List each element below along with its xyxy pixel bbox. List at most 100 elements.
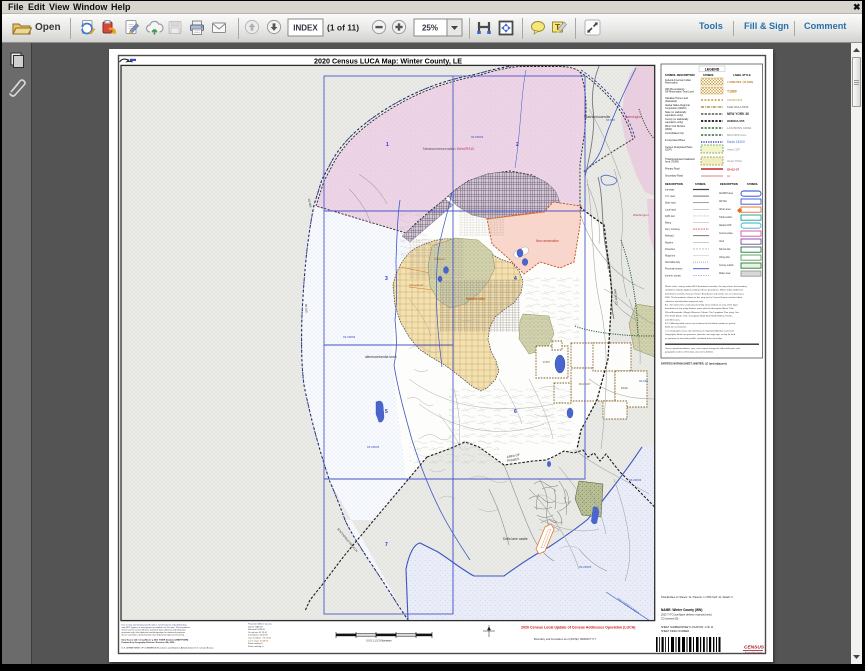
svg-text:B 2. Following tribal census t: B 2. Following tribal census tracts belo… (665, 322, 736, 325)
svg-text:xx-xxxxx: xx-xxxxx (471, 135, 484, 139)
svg-text:xx-xxx: xx-xxx (639, 379, 648, 383)
svg-text:Where state, county, and/or MC: Where state, county, and/or MCD boundari… (665, 285, 748, 288)
svg-text:C 3. Geographic areas and stat: C 3. Geographic areas and statistical ar… (665, 329, 735, 332)
svg-text:LAS BONS 41962: LAS BONS 41962 (727, 126, 752, 130)
svg-text:xx-xxxxx: xx-xxxxx (629, 478, 642, 482)
svg-text:Winterville: Winterville (466, 297, 485, 301)
svg-text:SYMBOL: SYMBOL (695, 182, 707, 186)
svg-text:Davis 18100: Davis 18100 (727, 140, 745, 144)
svg-text:Off-Reservation Trust Land: Off-Reservation Trust Land (665, 91, 694, 94)
svg-text:CENSUS: CENSUS (744, 645, 765, 651)
svg-text:collection and tabulation purp: collection and tabulation purposes only. (665, 300, 704, 303)
svg-text:Census place: Census place (719, 233, 734, 235)
svg-text:Wakhamtownville: Wakhamtownville (584, 115, 610, 119)
svg-text:Consolidated City: Consolidated City (665, 132, 685, 135)
svg-text:Newtownreservation West/R910: Newtownreservation West/R910 (423, 147, 474, 151)
svg-text:UGA: UGA (719, 240, 724, 243)
svg-text:INDEX: INDEX (293, 24, 318, 33)
svg-text:Part Smith (Statis. Part, Tran: Part Smith (Statis. Part, Transplants Mu… (665, 315, 733, 318)
svg-text:Ferry crossing: Ferry crossing (665, 228, 680, 231)
svg-text:Cent meridian: -75 55 00: Cent meridian: -75 55 00 (248, 637, 272, 640)
svg-text:Voting dist.: Voting dist. (719, 256, 731, 259)
svg-text:FORT: FORT (543, 360, 550, 364)
svg-text:False northing: 0: False northing: 0 (248, 645, 264, 648)
svg-text:2020 TI TO (configure delivery: 2020 TI TO (configure delivery expected … (661, 614, 712, 617)
svg-text:KAW OKLA 5340: KAW OKLA 5340 (727, 105, 749, 109)
svg-text:Ridge line: Ridge line (665, 256, 676, 258)
svg-text:2020 Census LUCA Map: Winter: 2020 Census LUCA Map: Winter County, LE (314, 57, 462, 66)
svg-text:U.S. road: U.S. road (665, 195, 675, 198)
svg-text:Primary Road: Primary Road (665, 168, 680, 171)
svg-text:3: 3 (385, 276, 388, 282)
svg-text:0 0.5 1 1.5: 0 0.5 1 1.5 2 Kilometers (366, 640, 392, 643)
svg-text:Farmington: Farmington (625, 115, 642, 119)
svg-text:OH13-37: OH13-37 (727, 168, 740, 172)
svg-text:012345 5420: 012345 5420 (727, 98, 743, 102)
svg-text:Oldtown: Oldtown (434, 257, 445, 261)
svg-text:geographic names of the data,: geographic names of the data, also not t… (665, 351, 714, 354)
svg-text:Perennial stream: Perennial stream (665, 268, 682, 271)
svg-text:LEGEND: LEGEND (705, 68, 720, 72)
svg-text:Annexland: Annexland (409, 283, 424, 287)
svg-text:ONEIDA 065: ONEIDA 065 (727, 119, 745, 123)
svg-text:SYMBOL DESCRIPTION: SYMBOL DESCRIPTION (665, 73, 695, 77)
svg-text:Users a geod boundaries, area,: Users a geod boundaries, area, such name… (665, 347, 741, 350)
svg-text:A 1. 'ZZ' represents a water-b: A 1. 'ZZ' represents a water-based entit… (665, 304, 738, 307)
svg-text:MILFORD town: MILFORD town (727, 133, 747, 137)
svg-text:Nonvisible bdy: Nonvisible bdy (665, 262, 681, 264)
svg-text:xx-xxxxx: xx-xxxxx (579, 565, 592, 569)
svg-text:05-310: 05-310 (304, 304, 309, 313)
svg-text:6: 6 (514, 409, 517, 415)
svg-text:SYMBOL: SYMBOL (747, 182, 759, 186)
svg-text:NEW YORK 36: NEW YORK 36 (727, 112, 749, 116)
svg-text:Secondary Road: Secondary Road (665, 175, 683, 178)
svg-text:(MCD): (MCD) (665, 128, 672, 131)
svg-text:CO (several ID): CO (several ID) (661, 618, 679, 621)
svg-text:1: 1 (386, 142, 389, 148)
svg-text:Datum: NAD 83: Datum: NAD 83 (248, 625, 263, 628)
svg-text:Railroad: Railroad (665, 235, 674, 238)
svg-text:Interstate: Interstate (665, 189, 675, 192)
svg-text:boundaries of any entity. A pl: boundaries of any entity. A place name w… (665, 307, 734, 310)
svg-text:(CDP): (CDP) (665, 149, 672, 152)
svg-text:ANVSA: ANVSA (719, 200, 727, 203)
svg-text:2020. The boundaries shown on: 2020. The boundaries shown on this map a… (665, 296, 743, 299)
svg-text:Washington: Washington (633, 213, 649, 217)
svg-text:or operation to and until para: or operation to and until parallel, simu… (665, 337, 723, 340)
svg-text:Boundary and Annotation as of: Boundary and Annotation as of (DATE): MM… (534, 637, 597, 641)
svg-text:Pipeline: Pipeline (665, 242, 674, 244)
svg-text:Local road: Local road (665, 208, 676, 211)
svg-text:allentownlandia town: allentownlandia town (365, 355, 397, 359)
svg-text:5: 5 (385, 409, 388, 415)
svg-text:Area (TDSA): Area (TDSA) (665, 161, 679, 164)
svg-text:False easting: 0: False easting: 0 (248, 642, 264, 645)
svg-text:Incorporated Place: Incorporated Place (665, 139, 686, 142)
svg-text:SHEET INDEX NUMBER: SHEET INDEX NUMBER (661, 630, 689, 633)
svg-text:blank we as territories.: blank we as territories. (665, 326, 687, 329)
svg-text:symbol for only the highest-ra: symbol for only the highest-ranking of t… (665, 289, 744, 292)
svg-text:(1 of 11): (1 of 11) (327, 23, 359, 33)
svg-text:Total Entities on Sheets: 11 /: Total Entities on Sheets: 11 / Parents: … (661, 596, 733, 599)
svg-text:Produced by Geography Division: Produced by Geography Division: Revision… (122, 641, 176, 644)
svg-text:County subdiv: County subdiv (719, 264, 734, 267)
svg-text:NAME: Winter County (WN): NAME: Winter County (WN) (661, 608, 702, 612)
svg-text:Tribal subdiv.: Tribal subdiv. (719, 216, 733, 219)
svg-text:DESCRIPTION: DESCRIPTION (665, 182, 683, 186)
svg-text:2nd std par: 44 06 00: 2nd std par: 44 06 00 (248, 634, 268, 637)
svg-text:DESCRIPTION: DESCRIPTION (720, 182, 738, 186)
svg-text:Spheroid: GRS 80: Spheroid: GRS 80 (248, 628, 266, 631)
svg-text:Projection: Albers eq area: Projection: Albers eq area (248, 623, 273, 626)
svg-text:U.S. DEPARTMENT OF COMMERCE E: U.S. DEPARTMENT OF COMMERCE Economics an… (122, 647, 215, 650)
svg-text:Corporation (ANRC): Corporation (ANRC) (665, 107, 687, 110)
svg-text:7: 7 (385, 542, 388, 548)
svg-text:SHEET NUMBER/SHEET LOCATION: 1: SHEET NUMBER/SHEET LOCATION: 1 OF 11 (661, 626, 714, 629)
svg-text:Dolls lane castle: Dolls lane castle (503, 537, 528, 541)
svg-text:Powerline: Powerline (665, 248, 676, 251)
svg-text:ENTITIES WITHIN SHEET: WINTER: ENTITIES WITHIN SHEET: WINTER, LE (and a… (661, 362, 727, 366)
svg-text:Reservation: Reservation (665, 82, 678, 85)
svg-text:4: 4 (514, 276, 517, 282)
svg-text:(Place/Remainder Village) Wher: (Place/Remainder Village) Wherever Tribu… (665, 311, 740, 314)
svg-text:Alaska CDP: Alaska CDP (719, 224, 732, 227)
svg-text:4WD trail: 4WD trail (665, 215, 675, 218)
svg-text:Ramp: Ramp (665, 223, 672, 225)
